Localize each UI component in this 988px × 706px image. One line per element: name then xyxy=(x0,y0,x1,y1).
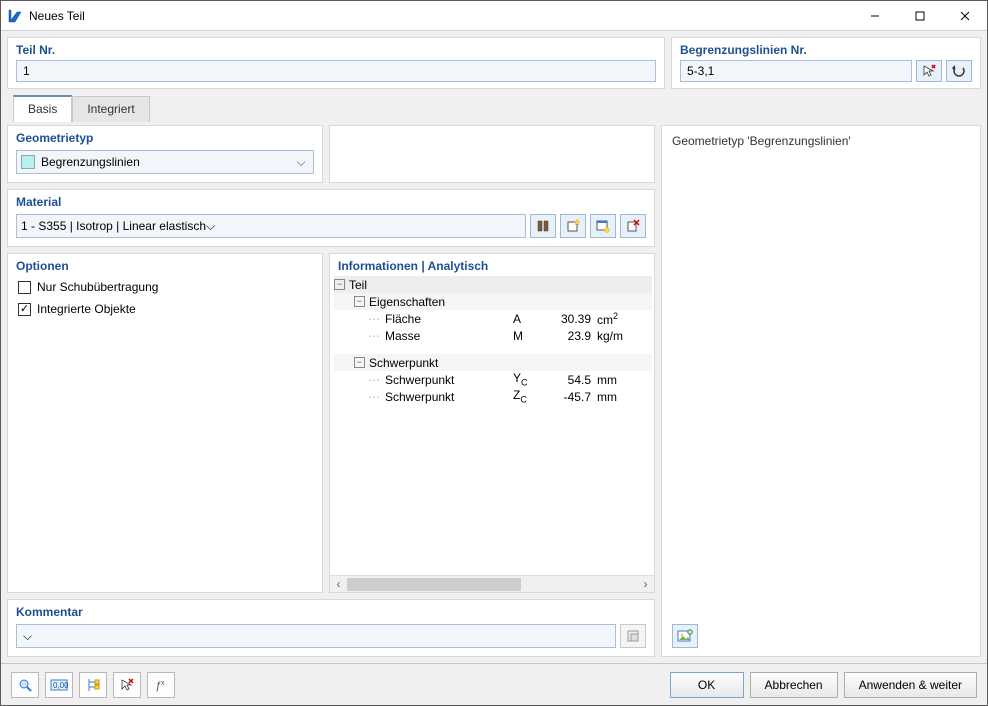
kommentar-panel: Kommentar ⌵ xyxy=(7,599,655,657)
book-icon xyxy=(535,218,551,234)
teil-nr-label: Teil Nr. xyxy=(8,38,664,60)
tabs: Basis Integriert xyxy=(7,93,981,121)
close-button[interactable] xyxy=(942,1,987,31)
tool-help-button[interactable] xyxy=(11,672,39,698)
tool-function-button[interactable]: ƒx xyxy=(147,672,175,698)
sym-zc: ZC xyxy=(513,388,543,404)
checkbox-checked-icon xyxy=(18,303,31,316)
svg-text:x: x xyxy=(161,680,165,687)
tree-node-schwerpunkt[interactable]: −Schwerpunkt xyxy=(334,354,652,371)
material-combo[interactable]: 1 - S355 | Isotrop | Linear elastisch ⌵ xyxy=(16,214,526,238)
preview-empty-panel xyxy=(329,125,655,183)
info-tree: −Teil −Eigenschaften ⋯FlächeA30.39cm2 ⋯M… xyxy=(330,276,654,575)
material-delete-button[interactable] xyxy=(620,214,646,238)
image-icon xyxy=(677,628,693,644)
material-value: 1 - S355 | Isotrop | Linear elastisch xyxy=(21,219,206,233)
delete-x-icon xyxy=(625,218,641,234)
apply-continue-button[interactable]: Anwenden & weiter xyxy=(844,672,977,698)
tree-row-flaeche: ⋯FlächeA30.39cm2 xyxy=(334,310,652,327)
option-integrierte-label: Integrierte Objekte xyxy=(37,302,136,316)
teil-nr-input[interactable] xyxy=(16,60,656,82)
informationen-panel: Informationen | Analytisch −Teil −Eigens… xyxy=(329,253,655,593)
material-heading: Material xyxy=(8,190,654,212)
option-schub[interactable]: Nur Schubübertragung xyxy=(8,276,322,298)
chevron-down-icon: ⌵ xyxy=(293,155,309,170)
option-integrierte[interactable]: Integrierte Objekte xyxy=(8,298,322,320)
units-icon: 0,00 xyxy=(50,678,68,692)
tree-row-schwerpunkt-y: ⋯SchwerpunktYC54.5mm xyxy=(334,371,652,388)
kommentar-apply-button[interactable] xyxy=(620,624,646,648)
horizontal-scrollbar[interactable]: ‹ › xyxy=(330,575,654,592)
optionen-heading: Optionen xyxy=(8,254,322,276)
material-new-button[interactable] xyxy=(560,214,586,238)
tree-node-teil[interactable]: −Teil xyxy=(334,276,652,293)
begrenzungslinien-panel: Begrenzungslinien Nr. xyxy=(671,37,981,89)
material-library-button[interactable] xyxy=(530,214,556,238)
geometrietyp-value: Begrenzungslinien xyxy=(41,155,293,169)
description-panel: Geometrietyp 'Begrenzungslinien' xyxy=(661,125,981,657)
kommentar-heading: Kommentar xyxy=(8,600,654,622)
kommentar-combo[interactable]: ⌵ xyxy=(16,624,616,648)
geometrietyp-swatch xyxy=(21,155,35,169)
maximize-button[interactable] xyxy=(897,1,942,31)
tab-basis[interactable]: Basis xyxy=(13,95,72,122)
tree-icon xyxy=(85,677,101,693)
geometrietyp-panel: Geometrietyp Begrenzungslinien ⌵ xyxy=(7,125,323,183)
scroll-left-icon[interactable]: ‹ xyxy=(330,577,347,591)
image-add-button[interactable] xyxy=(672,624,698,648)
chevron-down-icon: ⌵ xyxy=(23,629,32,644)
edit-window-icon xyxy=(595,218,611,234)
tree-row-masse: ⋯MasseM23.9kg/m xyxy=(334,327,652,344)
footer: 0,00 ƒx OK Abbrechen Anwenden & weiter xyxy=(1,663,987,705)
chevron-down-icon: ⌵ xyxy=(206,219,215,234)
title-bar: Neues Teil xyxy=(1,1,987,31)
ok-button[interactable]: OK xyxy=(670,672,744,698)
tool-units-button[interactable]: 0,00 xyxy=(45,672,73,698)
tool-tree-button[interactable] xyxy=(79,672,107,698)
checkbox-icon xyxy=(18,281,31,294)
tree-row-schwerpunkt-z: ⋯SchwerpunktZC-45.7mm xyxy=(334,388,652,405)
option-schub-label: Nur Schubübertragung xyxy=(37,280,158,294)
undo-arrow-icon xyxy=(951,63,967,79)
cancel-button[interactable]: Abbrechen xyxy=(750,672,838,698)
new-star-icon xyxy=(565,218,581,234)
collapse-icon: − xyxy=(334,279,345,290)
pick-cursor-icon xyxy=(921,63,937,79)
collapse-icon: − xyxy=(354,296,365,307)
unit-cm2: cm2 xyxy=(591,311,633,327)
informationen-heading: Informationen | Analytisch xyxy=(330,254,654,276)
material-panel: Material 1 - S355 | Isotrop | Linear ela… xyxy=(7,189,655,247)
note-icon xyxy=(625,628,641,644)
cursor-x-icon xyxy=(119,677,135,693)
description-text: Geometrietyp 'Begrenzungslinien' xyxy=(672,134,970,624)
app-icon xyxy=(7,8,23,24)
magnifier-icon xyxy=(17,677,33,693)
material-edit-button[interactable] xyxy=(590,214,616,238)
tool-select-delete-button[interactable] xyxy=(113,672,141,698)
tab-integriert[interactable]: Integriert xyxy=(72,96,149,122)
minimize-button[interactable] xyxy=(852,1,897,31)
revert-button[interactable] xyxy=(946,60,972,82)
geometrietyp-combo[interactable]: Begrenzungslinien ⌵ xyxy=(16,150,314,174)
window-title: Neues Teil xyxy=(29,9,852,23)
scroll-right-icon[interactable]: › xyxy=(637,577,654,591)
svg-text:0,00: 0,00 xyxy=(53,681,68,690)
tree-node-eigenschaften[interactable]: −Eigenschaften xyxy=(334,293,652,310)
begrenzungslinien-input[interactable] xyxy=(680,60,912,82)
begrenzungslinien-label: Begrenzungslinien Nr. xyxy=(672,38,980,60)
geometrietyp-heading: Geometrietyp xyxy=(8,126,322,148)
function-icon: ƒx xyxy=(153,677,169,693)
collapse-icon: − xyxy=(354,357,365,368)
sym-yc: YC xyxy=(513,371,543,387)
optionen-panel: Optionen Nur Schubübertragung Integriert… xyxy=(7,253,323,593)
pick-lines-button[interactable] xyxy=(916,60,942,82)
teil-nr-panel: Teil Nr. xyxy=(7,37,665,89)
scroll-thumb[interactable] xyxy=(347,578,521,591)
